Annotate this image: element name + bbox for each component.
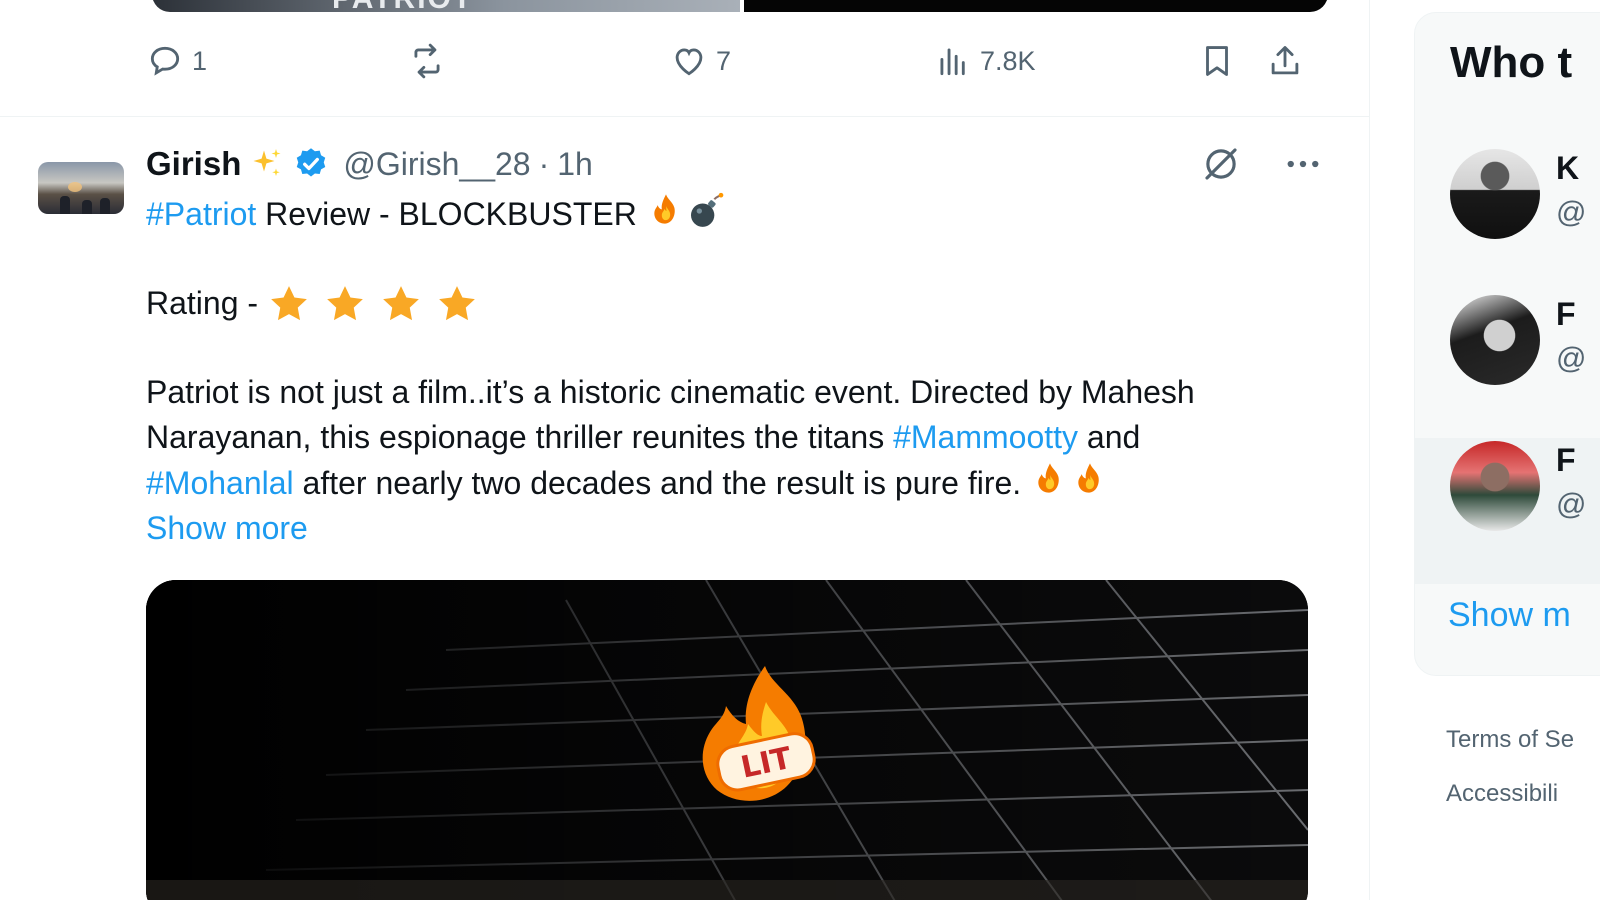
fire-emoji-icon (1038, 463, 1059, 493)
sparkles-icon (253, 149, 281, 176)
suggestion-name: K (1556, 150, 1580, 186)
reply-icon (150, 46, 180, 76)
follow-suggestion[interactable]: F @ (1414, 292, 1600, 438)
fire-emoji-icon (654, 194, 675, 224)
suggestion-name: F (1556, 296, 1576, 332)
repost-icon (414, 43, 440, 79)
avatar[interactable] (38, 162, 124, 214)
avatar[interactable] (1450, 149, 1540, 239)
rating-line: Rating - (146, 281, 1306, 326)
suggestion-handle: @ (1556, 488, 1587, 521)
grok-icon[interactable] (1200, 143, 1242, 185)
footer-link-terms[interactable]: Terms of Se (1446, 726, 1574, 754)
like-button[interactable]: 7 (670, 42, 731, 80)
share-icon (1271, 46, 1299, 75)
post-header: Girish @Girish__28 · 1h (146, 142, 593, 186)
bomb-emoji-icon (690, 192, 724, 227)
star-icon (439, 285, 475, 320)
follow-suggestion[interactable]: F @ (1414, 438, 1600, 584)
rating-label: Rating - (146, 285, 259, 321)
heart-icon (675, 48, 703, 76)
more-options-icon[interactable] (1282, 143, 1324, 185)
view-count: 7.8K (980, 45, 1036, 76)
page: PATRIOT 1 7 7.8K (0, 0, 1600, 900)
previous-post-actions: 1 7 7.8K (146, 42, 1326, 86)
reply-count: 1 (192, 45, 208, 76)
bookmark-icon (1206, 46, 1228, 76)
show-more-link[interactable]: Show more (146, 510, 308, 546)
who-to-follow-title: Who t (1450, 38, 1573, 87)
post-divider (0, 116, 1370, 117)
suggestion-handle: @ (1556, 342, 1587, 375)
analytics-icon (940, 48, 965, 76)
hashtag-mohanlal[interactable]: #Mohanlal (146, 465, 294, 501)
repost-button[interactable] (408, 42, 454, 80)
share-button[interactable] (1266, 42, 1304, 80)
previous-media-text: PATRIOT (332, 0, 473, 12)
bookmark-button[interactable] (1198, 42, 1236, 80)
sidebar-show-more-link[interactable]: Show m (1448, 596, 1571, 635)
hashtag-patriot[interactable]: #Patriot (146, 196, 256, 232)
post-body: Patriot is not just a film..it’s a histo… (146, 370, 1306, 551)
post-time[interactable]: 1h (557, 146, 593, 183)
rating-stars (268, 283, 478, 325)
timeline: PATRIOT 1 7 7.8K (0, 0, 1370, 900)
author-handle[interactable]: @Girish__28 (343, 146, 530, 183)
lit-fire-sticker-icon: LIT (702, 666, 816, 801)
reply-button[interactable]: 1 (146, 42, 207, 80)
hashtag-mammootty[interactable]: #Mammootty (893, 419, 1078, 455)
views-button[interactable]: 7.8K (934, 42, 1036, 80)
footer-link-accessibility[interactable]: Accessibili (1446, 780, 1558, 808)
avatar[interactable] (1450, 295, 1540, 385)
post-header-actions (1200, 142, 1324, 186)
avatar[interactable] (1450, 441, 1540, 531)
fire-emoji-icon (1078, 463, 1099, 493)
suggestion-name: F (1556, 442, 1576, 478)
body-text-3: after nearly two decades and the result … (293, 465, 1031, 501)
star-icon (383, 285, 419, 320)
follow-suggestion[interactable]: K @ (1414, 146, 1600, 292)
body-text-2: and (1078, 419, 1141, 455)
post-title-line: #Patriot Review - BLOCKBUSTER (146, 191, 1306, 237)
title-text: Review - BLOCKBUSTER (256, 196, 646, 232)
suggestion-handle: @ (1556, 196, 1587, 229)
meta-separator: · (538, 145, 550, 182)
author-name[interactable]: Girish (146, 145, 241, 183)
like-count: 7 (716, 45, 732, 76)
star-icon (271, 285, 307, 320)
previous-post-media[interactable]: PATRIOT (152, 0, 1328, 12)
star-icon (327, 285, 363, 320)
verified-badge-icon (297, 148, 326, 177)
